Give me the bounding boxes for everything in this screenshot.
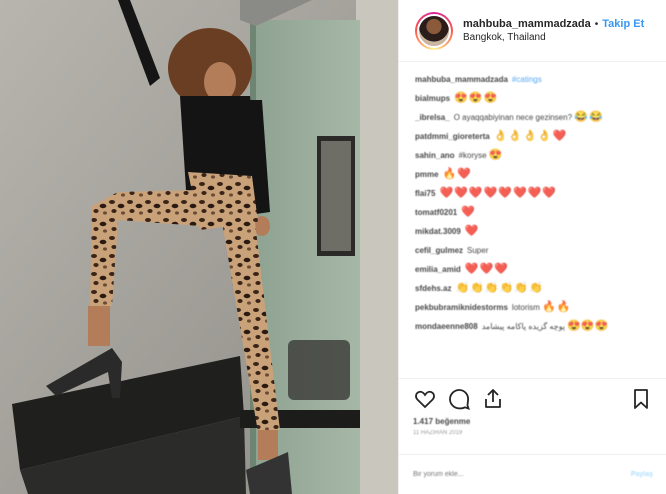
list-item: _ibrelsa_ O ayaqqabiyinan nece gezinsen? …: [415, 112, 650, 123]
share-icon[interactable]: [481, 387, 505, 411]
username-link[interactable]: mahbuba_mammadzada: [463, 18, 591, 30]
comment-username[interactable]: bialmups: [415, 94, 450, 103]
list-item: pmme 🔥❤️: [415, 169, 650, 180]
list-item: bialmups 😍😍😍: [415, 93, 650, 104]
bookmark-icon[interactable]: [629, 387, 653, 411]
post-photo[interactable]: [0, 0, 398, 494]
location-link[interactable]: Bangkok, Thailand: [463, 32, 644, 43]
header-text: mahbuba_mammadzada • Takip Et Bangkok, T…: [463, 18, 644, 43]
comment-username[interactable]: mondaeenne808: [415, 322, 478, 331]
comment-form: Paylaş: [399, 454, 666, 494]
post-header: mahbuba_mammadzada • Takip Et Bangkok, T…: [399, 0, 666, 62]
action-row: [413, 387, 653, 411]
comment-text: پوچه گزیده پاکامه پیشامد: [481, 322, 565, 331]
comment-username[interactable]: emilia_amid: [415, 265, 461, 274]
comment-emoji: ❤️❤️❤️: [464, 263, 509, 275]
list-item: emilia_amid ❤️❤️❤️: [415, 264, 650, 275]
comment-emoji: 😂😂: [574, 111, 604, 123]
list-item: sfdehs.az 👏👏👏👏👏👏: [415, 283, 650, 294]
comment-text: #koryse: [458, 151, 487, 160]
comment-text: Super: [467, 246, 489, 255]
comment-emoji: ❤️: [464, 225, 480, 237]
list-item: mahbuba_mammadzada #catings: [415, 74, 650, 85]
comment-text[interactable]: #catings: [512, 75, 542, 84]
separator-dot: •: [594, 18, 599, 30]
comment-icon[interactable]: [447, 387, 471, 411]
comment-username[interactable]: _ibrelsa_: [415, 113, 450, 122]
comment-username[interactable]: pekbubramiknidestorms: [415, 303, 508, 312]
post-side-panel: mahbuba_mammadzada • Takip Et Bangkok, T…: [398, 0, 666, 494]
list-item: flai75 ❤️❤️❤️❤️❤️❤️❤️❤️: [415, 188, 650, 199]
comment-username[interactable]: pmme: [415, 170, 439, 179]
comment-emoji: 👏👏👏👏👏👏: [455, 282, 544, 294]
comment-list: mahbuba_mammadzada #catings bialmups 😍😍😍 _…: [399, 62, 666, 364]
comment-input[interactable]: [413, 471, 631, 478]
list-item: cefil_gulmez Super: [415, 245, 650, 256]
comment-emoji: 😍: [488, 149, 504, 161]
avatar-image: [417, 13, 451, 48]
comment-emoji: ❤️: [461, 206, 476, 218]
comment-username[interactable]: mahbuba_mammadzada: [415, 75, 508, 84]
comment-emoji: 👌👌👌👌❤️: [493, 130, 568, 142]
list-item: sahin_ano #koryse 😍: [415, 150, 650, 161]
heart-icon[interactable]: [413, 387, 437, 411]
comment-username[interactable]: mikdat.3009: [415, 227, 461, 236]
comment-emoji: 😍😍😍: [567, 320, 609, 332]
post-comment-button[interactable]: Paylaş: [631, 471, 653, 478]
list-item: mondaeenne808 پوچه گزیده پاکامه پیشامد 😍😍…: [415, 321, 650, 332]
list-item: mikdat.3009 ❤️: [415, 226, 650, 237]
post-date: 11 HAZIRAN 2019: [413, 430, 463, 436]
likes-count[interactable]: 1.417 beğenme: [413, 417, 653, 426]
comment-emoji: ❤️❤️❤️❤️❤️❤️❤️❤️: [439, 187, 558, 199]
avatar[interactable]: [415, 11, 453, 50]
post-photo-illustration: [0, 0, 398, 494]
list-item: pekbubramiknidestorms lotorism 🔥🔥: [415, 302, 650, 313]
header-row: mahbuba_mammadzada • Takip Et: [463, 18, 644, 30]
list-item: patdmmi_gioreterta 👌👌👌👌❤️: [415, 131, 650, 142]
comment-username[interactable]: tomatf0201: [415, 208, 457, 217]
comment-username[interactable]: cefil_gulmez: [415, 246, 463, 255]
comment-username[interactable]: flai75: [415, 189, 435, 198]
list-item: tomatf0201 ❤️: [415, 207, 650, 218]
follow-button[interactable]: Takip Et: [602, 18, 644, 30]
comment-emoji: 🔥❤️: [442, 168, 472, 180]
comment-text: O ayaqqabiyinan nece gezinsen?: [453, 113, 573, 122]
comment-emoji: 😍😍😍: [454, 92, 499, 104]
comment-emoji: 🔥🔥: [542, 301, 572, 313]
comment-username[interactable]: sahin_ano: [415, 151, 455, 160]
comment-username[interactable]: sfdehs.az: [415, 284, 451, 293]
action-bar: 1.417 beğenme 11 HAZIRAN 2019: [399, 378, 666, 436]
comment-text: lotorism: [511, 303, 540, 312]
comment-username[interactable]: patdmmi_gioreterta: [415, 132, 490, 141]
